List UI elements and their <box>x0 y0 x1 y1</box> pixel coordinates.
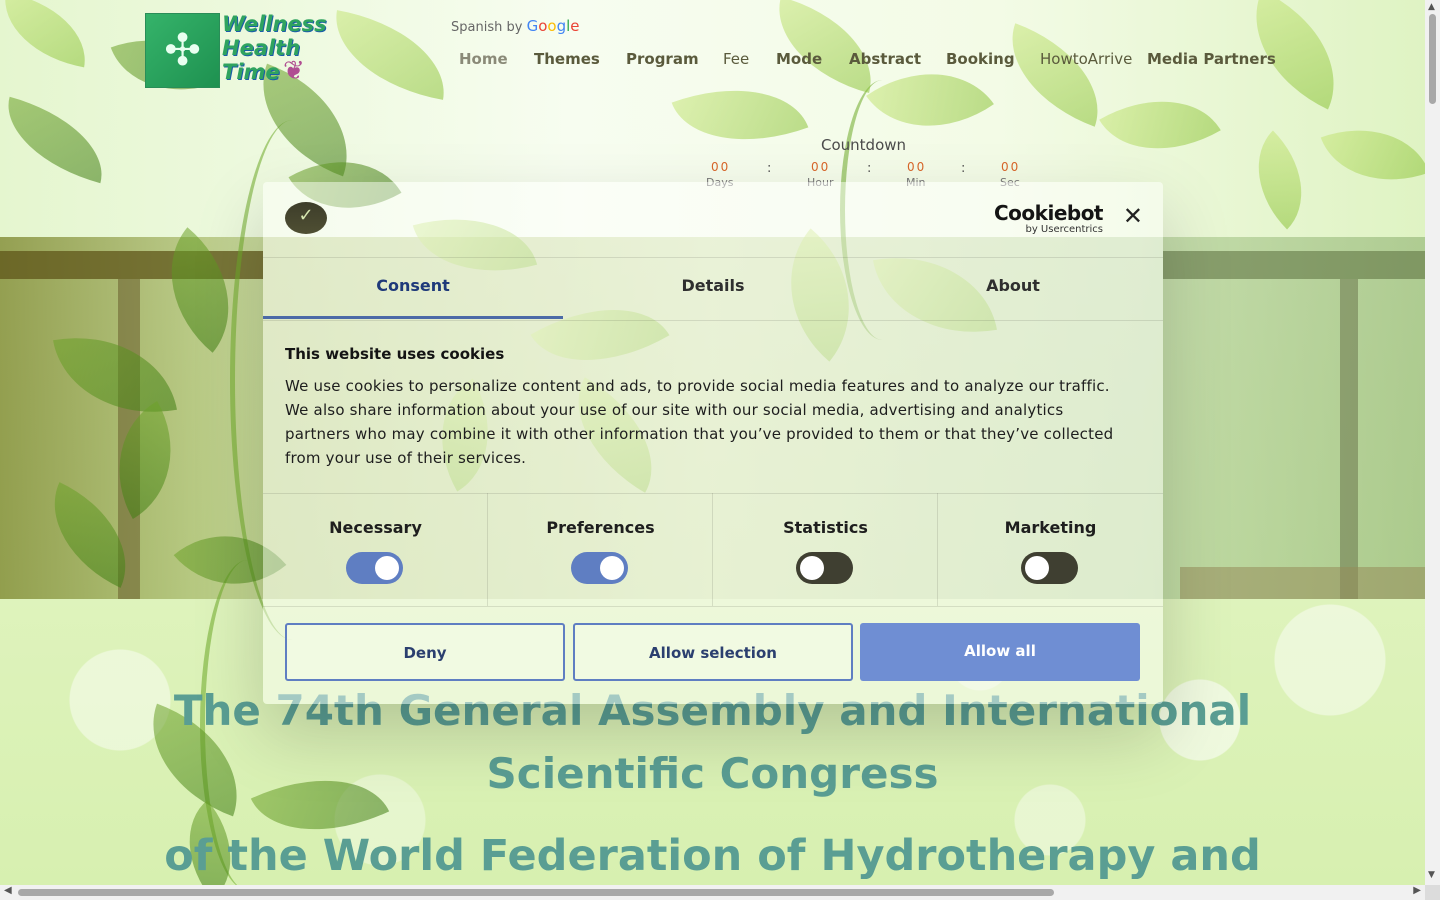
toggle-knob <box>375 556 399 580</box>
vertical-scrollbar[interactable]: ▲ ▼ <box>1425 0 1440 885</box>
scroll-right-arrow-icon[interactable]: ▶ <box>1413 885 1421 896</box>
nav-home[interactable]: Home <box>459 50 508 68</box>
page-title-line2: Scientific Congress <box>486 749 939 798</box>
nav-fee[interactable]: Fee <box>723 50 749 68</box>
toggle-knob <box>1025 556 1049 580</box>
active-tab-indicator <box>263 316 563 319</box>
table-shape <box>1180 567 1425 599</box>
lotus-icon: ❦ <box>283 56 305 86</box>
nav-program[interactable]: Program <box>626 50 699 68</box>
category-label: Statistics <box>783 518 868 537</box>
countdown-title: Countdown <box>821 136 907 154</box>
countdown-days: 00 <box>711 160 731 174</box>
cookiebot-brand: Cookiebot <box>994 201 1104 225</box>
cookiebot-logo[interactable]: Cookiebot by Usercentrics <box>994 201 1104 236</box>
scroll-up-arrow-icon[interactable]: ▲ <box>1428 2 1435 12</box>
dialog-body-text: We use cookies to personalize content an… <box>285 377 1114 467</box>
toggle-knob <box>800 556 824 580</box>
nav-themes[interactable]: Themes <box>534 50 600 68</box>
tab-details[interactable]: Details <box>563 258 863 320</box>
deny-button[interactable]: Deny <box>285 623 565 681</box>
pergola-post <box>1340 279 1358 599</box>
toggle-knob <box>600 556 624 580</box>
countdown-separator: : <box>767 161 772 176</box>
nav-abstract[interactable]: Abstract <box>849 50 921 68</box>
countdown-minutes: 00 <box>907 160 927 174</box>
nav-media-partners[interactable]: Media Partners <box>1147 50 1276 68</box>
scroll-left-arrow-icon[interactable]: ◀ <box>4 885 12 896</box>
dialog-heading: This website uses cookies <box>285 345 505 363</box>
divider <box>263 606 1163 607</box>
category-statistics: Statistics <box>713 493 938 606</box>
category-preferences: Preferences <box>488 493 713 606</box>
allow-selection-button[interactable]: Allow selection <box>573 623 853 681</box>
pergola-beam <box>1163 251 1425 279</box>
countdown-separator: : <box>867 161 872 176</box>
google-logo: Google <box>526 17 580 35</box>
scrollbar-thumb[interactable] <box>18 889 1054 896</box>
google-translate-widget[interactable]: Spanish by Google <box>451 17 580 35</box>
countdown-separator: : <box>961 161 966 176</box>
scrollbar-corner <box>1425 885 1440 900</box>
countdown-seconds: 00 <box>1001 160 1021 174</box>
tab-consent[interactable]: Consent <box>263 258 563 320</box>
nav-mode[interactable]: Mode <box>776 50 822 68</box>
divider <box>263 320 1163 321</box>
page-title-line3: of the World Federation of Hydrotherapy … <box>164 831 1261 881</box>
nav-booking[interactable]: Booking <box>946 50 1015 68</box>
close-icon[interactable]: ✕ <box>1123 204 1143 228</box>
scroll-down-arrow-icon[interactable]: ▼ <box>1428 870 1435 880</box>
tab-about[interactable]: About <box>863 258 1163 320</box>
category-necessary: Necessary <box>263 493 488 606</box>
category-label: Marketing <box>1004 518 1097 537</box>
translate-language[interactable]: Spanish <box>451 20 502 35</box>
horizontal-scrollbar[interactable]: ◀ ▶ <box>0 885 1425 900</box>
toggle-statistics[interactable] <box>796 552 853 584</box>
pergola-beam <box>0 251 263 279</box>
toggle-necessary[interactable] <box>346 552 403 584</box>
category-marketing: Marketing <box>938 493 1163 606</box>
scrollbar-thumb[interactable] <box>1429 14 1436 104</box>
toggle-marketing[interactable] <box>1021 552 1078 584</box>
cookie-consent-dialog: ✓ Cookiebot by Usercentrics ✕ Consent De… <box>263 182 1163 704</box>
category-label: Necessary <box>329 518 422 537</box>
category-label: Preferences <box>546 518 655 537</box>
translate-by: by <box>506 20 523 35</box>
allow-all-button[interactable]: Allow all <box>860 623 1140 681</box>
countdown-hours: 00 <box>811 160 831 174</box>
logo-wordmark: Wellness Health Time <box>222 12 327 84</box>
cookie-icon: ✓ <box>285 202 327 234</box>
toggle-preferences[interactable] <box>571 552 628 584</box>
arrows-in-icon: ✣ <box>145 13 220 88</box>
cookiebot-by: by Usercentrics <box>1025 224 1103 235</box>
nav-howtoarrive[interactable]: HowtoArrive <box>1040 50 1132 68</box>
site-logo[interactable]: ✣ Wellness Health Time ❦ <box>145 12 327 88</box>
